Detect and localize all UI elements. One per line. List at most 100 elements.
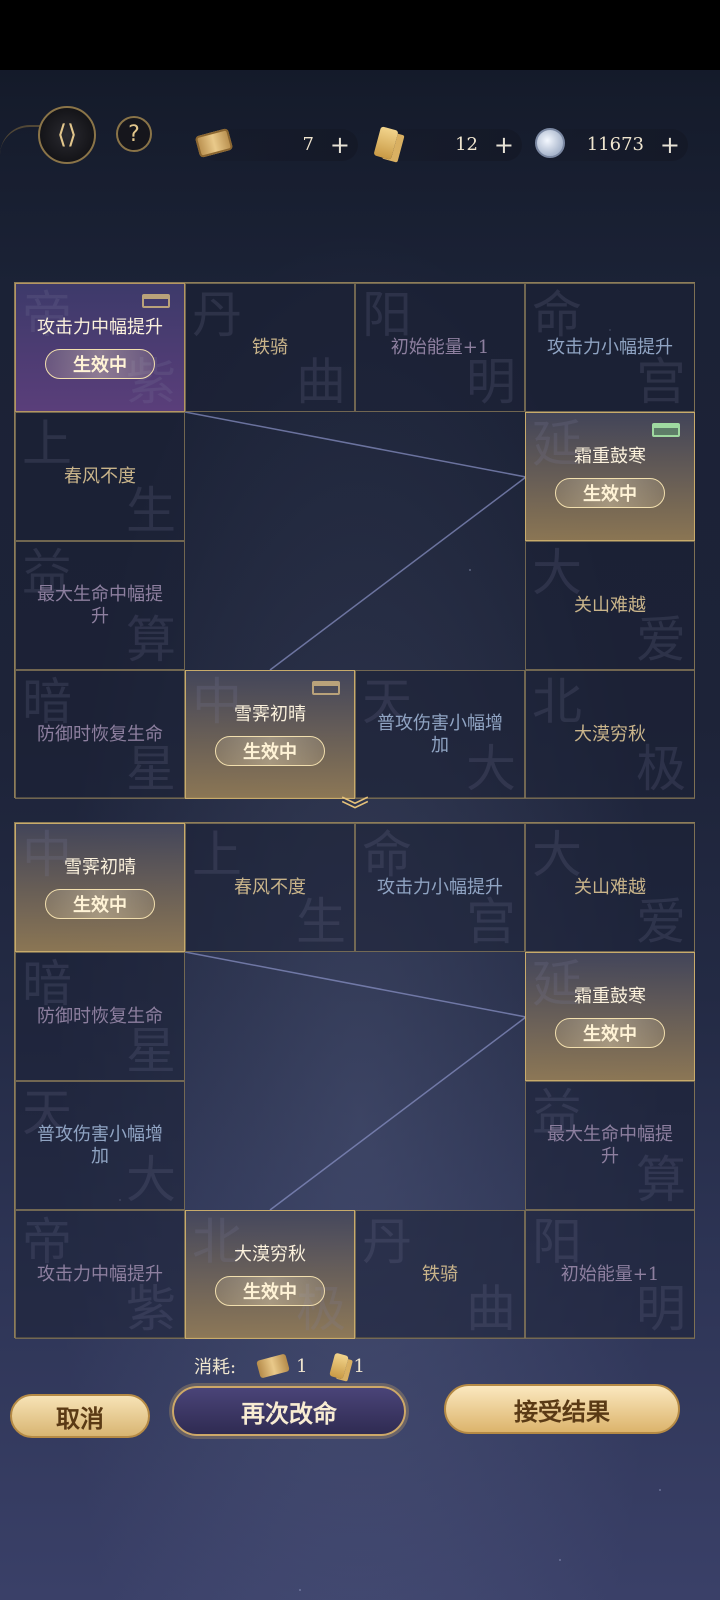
lock-icon[interactable]: [142, 294, 170, 308]
cell-label: 铁骑: [252, 336, 288, 358]
cell-label: 攻击力小幅提升: [377, 876, 503, 898]
active-badge: 生效中: [555, 1017, 665, 1048]
status-bar: [0, 0, 720, 70]
cell-label: 攻击力中幅提升: [37, 1263, 163, 1285]
fate-cell[interactable]: 益 算 最大生命中幅提升: [15, 541, 185, 670]
fate-cell[interactable]: 天 大 普攻伤害小幅增加: [355, 670, 525, 799]
back-arrow-icon: ⟨⟩: [56, 120, 78, 150]
cancel-button[interactable]: 取消: [10, 1394, 150, 1438]
lock-icon[interactable]: [312, 681, 340, 695]
resource-tablet: 12 +: [372, 126, 522, 161]
fate-cell[interactable]: 延 霜重鼓寒 生效中: [525, 952, 695, 1081]
cell-label: 攻击力中幅提升: [37, 316, 163, 338]
cell-watermark: 爱: [636, 893, 686, 951]
fate-cell[interactable]: 益 算 最大生命中幅提升: [525, 1081, 695, 1210]
fate-cell[interactable]: 帝 紫 攻击力中幅提升: [15, 1210, 185, 1339]
fate-cell[interactable]: 中 雪霁初晴 生效中: [185, 670, 355, 799]
cell-watermark: 宫: [636, 353, 686, 411]
cell-label: 攻击力小幅提升: [547, 336, 673, 358]
fate-cell[interactable]: 暗 星 防御时恢复生命: [15, 670, 185, 799]
add-scroll-button[interactable]: +: [330, 131, 350, 159]
fate-cell[interactable]: 帝 紫 攻击力中幅提升 生效中: [15, 283, 185, 412]
fate-cell[interactable]: 丹 曲 铁骑: [355, 1210, 525, 1339]
fate-cell[interactable]: 上 生 春风不度: [185, 823, 355, 952]
cell-watermark: 命: [362, 826, 412, 884]
cell-label: 霜重鼓寒: [574, 985, 646, 1007]
new-fate-board: 中 雪霁初晴 生效中 上 生 春风不度 命 宫 攻击力小幅提升 大 爱 关山难越…: [14, 822, 695, 1339]
cost-tablet-count: 1: [353, 1355, 365, 1377]
fate-cell[interactable]: 命 宫 攻击力小幅提升: [355, 823, 525, 952]
lock-icon[interactable]: [652, 423, 680, 437]
resource-value: 11673: [586, 134, 644, 155]
cell-watermark: 宫: [466, 893, 516, 951]
scroll-icon: [256, 1353, 290, 1379]
back-button[interactable]: ⟨⟩: [38, 106, 96, 164]
help-icon: ?: [128, 121, 140, 147]
fate-cell[interactable]: 上 生 春风不度: [15, 412, 185, 541]
reroll-button[interactable]: 再次改命: [172, 1386, 406, 1436]
cell-watermark: 明: [466, 353, 516, 411]
cell-watermark: 生: [126, 482, 176, 540]
cell-watermark: 暗: [22, 955, 72, 1013]
cell-label: 初始能量+1: [390, 336, 490, 358]
fate-cell[interactable]: 大 爱 关山难越: [525, 823, 695, 952]
fate-cell[interactable]: 暗 星 防御时恢复生命: [15, 952, 185, 1081]
cell-label: 防御时恢复生命: [37, 1005, 163, 1027]
fate-cell[interactable]: 中 雪霁初晴 生效中: [15, 823, 185, 952]
cell-watermark: 大: [532, 544, 582, 602]
fate-cell[interactable]: 大 爱 关山难越: [525, 541, 695, 670]
cell-watermark: 命: [532, 286, 582, 344]
resource-value: 7: [302, 134, 314, 155]
cell-label: 关山难越: [574, 876, 646, 898]
cell-watermark: 暗: [22, 673, 72, 731]
cell-watermark: 生: [296, 893, 346, 951]
scroll-icon: [194, 123, 234, 163]
cell-watermark: 丹: [192, 286, 242, 344]
cost-scroll-count: 1: [296, 1355, 308, 1377]
tablet-icon: [328, 1352, 349, 1380]
add-tablet-button[interactable]: +: [494, 131, 514, 159]
cell-watermark: 帝: [22, 1213, 72, 1271]
cell-watermark: 星: [126, 1022, 176, 1080]
cell-watermark: 紫: [126, 1280, 176, 1338]
cell-watermark: 明: [636, 1280, 686, 1338]
cell-label: 最大生命中幅提升: [37, 583, 163, 627]
resource-value: 12: [455, 134, 478, 155]
cell-label: 雪霁初晴: [64, 856, 136, 878]
fate-cell[interactable]: 天 大 普攻伤害小幅增加: [15, 1081, 185, 1210]
fate-cell[interactable]: 丹 曲 铁骑: [185, 283, 355, 412]
cell-label: 霜重鼓寒: [574, 445, 646, 467]
help-button[interactable]: ?: [116, 116, 152, 152]
cell-watermark: 上: [192, 826, 242, 884]
fate-cell[interactable]: 阳 明 初始能量+1: [525, 1210, 695, 1339]
cost-label: 消耗:: [194, 1357, 237, 1378]
active-badge: 生效中: [45, 888, 155, 919]
cell-watermark: 北: [532, 673, 582, 731]
resource-coin: 11673 +: [535, 128, 688, 161]
cell-label: 大漠穷秋: [234, 1243, 306, 1265]
cell-label: 雪霁初晴: [234, 703, 306, 725]
cost-row: 消耗: 1 1: [194, 1352, 365, 1380]
fate-cell[interactable]: 延 霜重鼓寒 生效中: [525, 412, 695, 541]
cell-label: 普攻伤害小幅增加: [377, 712, 503, 756]
fate-cell[interactable]: 北 极 大漠穷秋 生效中: [185, 1210, 355, 1339]
accept-result-button[interactable]: 接受结果: [444, 1384, 680, 1434]
cell-label: 关山难越: [574, 594, 646, 616]
cell-watermark: 极: [636, 740, 686, 798]
active-badge: 生效中: [215, 735, 325, 766]
fate-cell[interactable]: 命 宫 攻击力小幅提升: [525, 283, 695, 412]
cell-label: 防御时恢复生命: [37, 723, 163, 745]
cell-label: 春风不度: [64, 465, 136, 487]
cell-watermark: 阳: [362, 286, 412, 344]
fate-cell[interactable]: 北 极 大漠穷秋: [525, 670, 695, 799]
cell-label: 大漠穷秋: [574, 723, 646, 745]
tablet-icon: [366, 123, 406, 163]
cell-watermark: 曲: [466, 1280, 516, 1338]
fate-cell[interactable]: 阳 明 初始能量+1: [355, 283, 525, 412]
add-coin-button[interactable]: +: [660, 131, 680, 159]
cell-watermark: 上: [22, 415, 72, 473]
cell-watermark: 星: [126, 740, 176, 798]
cell-watermark: 爱: [636, 611, 686, 669]
active-badge: 生效中: [215, 1275, 325, 1306]
cell-label: 初始能量+1: [560, 1263, 660, 1285]
